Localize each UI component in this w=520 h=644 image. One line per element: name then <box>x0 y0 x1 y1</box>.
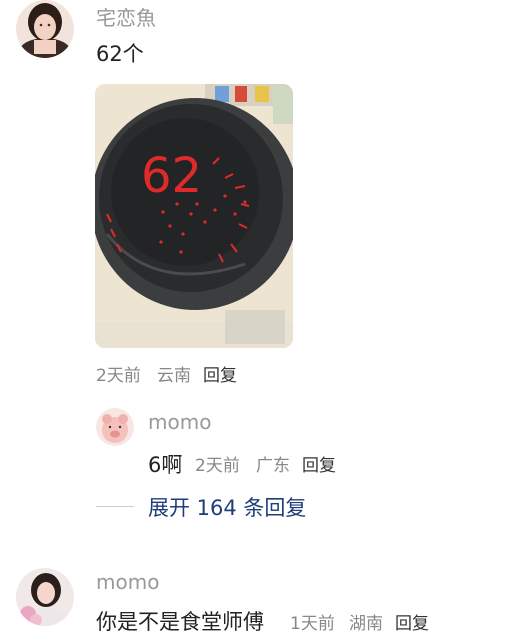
reply-time: 2天前 <box>195 456 240 476</box>
expand-divider <box>96 506 134 507</box>
comment-location: 云南 <box>157 366 191 386</box>
comment-username[interactable]: momo <box>96 570 159 594</box>
avatar[interactable] <box>16 568 74 626</box>
comment-photo[interactable]: 62 <box>95 84 293 348</box>
reply-avatar[interactable] <box>96 408 134 446</box>
expand-replies-button[interactable]: 展开 164 条回复 <box>148 492 306 522</box>
reply-location: 广东 <box>256 456 290 476</box>
photo-handwritten-number: 62 <box>141 148 202 204</box>
comment-text: 62个 <box>96 42 144 66</box>
reply-button[interactable]: 回复 <box>203 361 237 386</box>
reply-reply-button[interactable]: 回复 <box>302 451 336 476</box>
avatar[interactable] <box>16 0 74 58</box>
comment-text: 你是不是食堂师傅 <box>96 610 264 634</box>
comment-location: 湖南 <box>349 614 383 634</box>
comment-time: 1天前 <box>290 614 335 634</box>
reply-text: 6啊 <box>148 453 183 477</box>
comment-username[interactable]: 宅恋魚 <box>96 2 156 31</box>
reply-username[interactable]: momo <box>148 410 211 434</box>
comment-time: 2天前 <box>96 366 141 386</box>
reply-button[interactable]: 回复 <box>395 609 429 634</box>
